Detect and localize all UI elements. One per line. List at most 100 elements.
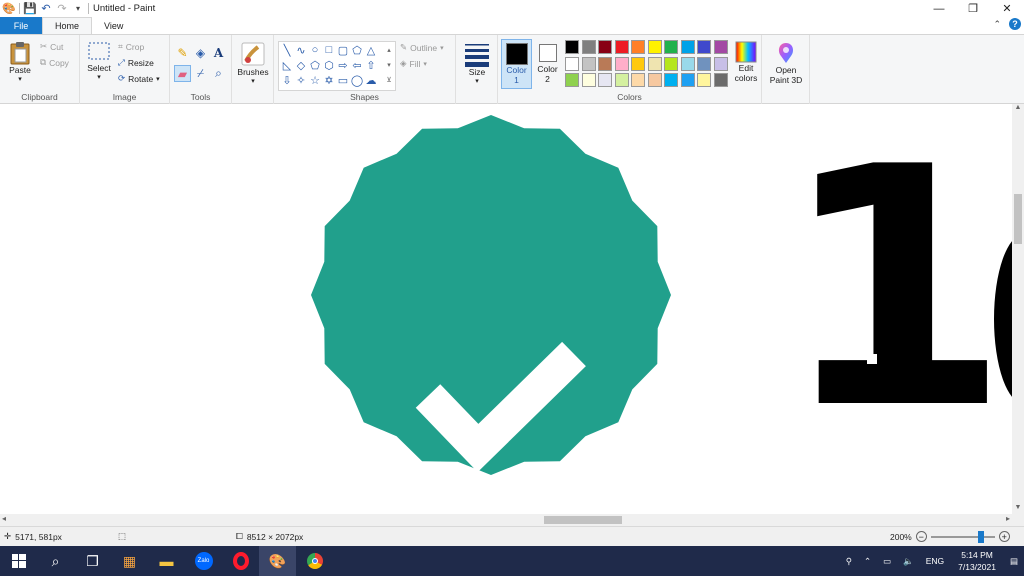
pentagon-shape-icon[interactable]: ⬠ xyxy=(308,58,322,72)
left-arrow-shape-icon[interactable]: ⇦ xyxy=(350,58,364,72)
palette-swatch[interactable] xyxy=(697,73,711,87)
search-icon[interactable]: ⌕ xyxy=(37,546,74,576)
select-button[interactable]: Select ▾ xyxy=(85,41,113,81)
close-button[interactable]: ✕ xyxy=(990,0,1024,17)
palette-swatch[interactable] xyxy=(598,40,612,54)
chrome-icon[interactable] xyxy=(296,546,333,576)
people-icon[interactable]: ⚲ xyxy=(840,556,858,567)
scroll-left-icon[interactable]: ◂ xyxy=(2,514,6,523)
palette-swatch[interactable] xyxy=(581,56,596,71)
rectangle-shape-icon[interactable]: □ xyxy=(322,43,336,57)
six-point-star-shape-icon[interactable]: ✡ xyxy=(322,73,336,87)
palette-swatch[interactable] xyxy=(631,73,645,87)
palette-swatch[interactable] xyxy=(631,56,645,71)
curve-shape-icon[interactable]: ∿ xyxy=(294,43,308,57)
cut-button[interactable]: ✂ Cut xyxy=(40,41,63,52)
undo-icon[interactable]: ↶ xyxy=(40,3,52,15)
callout-rect-shape-icon[interactable]: ▭ xyxy=(336,73,350,87)
palette-swatch[interactable] xyxy=(565,56,579,71)
show-hidden-icons[interactable]: ⌃ xyxy=(858,556,877,567)
size-button[interactable]: Size ▾ xyxy=(462,41,492,85)
zoom-slider[interactable] xyxy=(930,530,995,543)
pencil-icon[interactable]: ✎ xyxy=(174,44,191,61)
crop-button[interactable]: ⌗ Crop xyxy=(118,41,144,52)
open-paint3d-button[interactable]: Open Paint 3D xyxy=(766,41,806,85)
palette-swatch[interactable] xyxy=(631,40,645,54)
callout-oval-shape-icon[interactable]: ◯ xyxy=(350,73,364,87)
horizontal-scroll-thumb[interactable] xyxy=(544,516,622,524)
zalo-icon[interactable]: Zalo xyxy=(185,546,222,576)
shapes-more-icon[interactable]: ⊻ xyxy=(382,73,396,87)
brushes-button[interactable]: Brushes ▾ xyxy=(235,41,271,85)
help-icon[interactable]: ? xyxy=(1009,18,1021,30)
palette-swatch[interactable] xyxy=(565,40,579,54)
right-arrow-shape-icon[interactable]: ⇨ xyxy=(336,58,350,72)
tab-file[interactable]: File xyxy=(0,17,42,34)
restore-button[interactable]: ❐ xyxy=(956,0,990,17)
right-triangle-shape-icon[interactable]: ◺ xyxy=(280,58,294,72)
palette-swatch[interactable] xyxy=(598,73,612,87)
paint-app-icon[interactable]: 🎨 xyxy=(2,3,16,15)
app-store-icon[interactable]: ▦ xyxy=(111,546,148,576)
rounded-rectangle-shape-icon[interactable]: ▢ xyxy=(336,43,350,57)
zoom-out-button[interactable]: − xyxy=(915,531,927,542)
polygon-shape-icon[interactable]: ⬠ xyxy=(350,43,364,57)
zoom-slider-thumb[interactable] xyxy=(977,530,984,543)
fill-button[interactable]: ◈ Fill ▾ xyxy=(400,58,427,69)
palette-swatch[interactable] xyxy=(713,73,728,87)
resize-button[interactable]: ⤢ Resize xyxy=(118,57,154,68)
minimize-button[interactable]: — xyxy=(922,0,956,17)
notifications-icon[interactable]: ▤ xyxy=(1004,556,1024,567)
down-arrow-shape-icon[interactable]: ⇩ xyxy=(280,73,294,87)
windows-start-icon[interactable] xyxy=(0,546,37,576)
palette-swatch[interactable] xyxy=(664,73,678,87)
scroll-up-icon[interactable]: ▲ xyxy=(1012,104,1024,114)
palette-swatch[interactable] xyxy=(713,40,728,54)
color-picker-icon[interactable]: ⌿ xyxy=(192,65,209,82)
palette-swatch[interactable] xyxy=(614,56,629,71)
palette-swatch[interactable] xyxy=(565,73,579,87)
palette-swatch[interactable] xyxy=(647,56,662,71)
palette-swatch[interactable] xyxy=(598,56,612,71)
battery-icon[interactable]: ▭ xyxy=(877,556,897,567)
paint-taskbar-icon[interactable]: 🎨 xyxy=(259,546,296,576)
language-indicator[interactable]: ENG xyxy=(920,556,950,566)
save-icon[interactable]: 💾 xyxy=(23,3,37,15)
fill-bucket-icon[interactable]: ◈ xyxy=(192,44,209,61)
tab-home[interactable]: Home xyxy=(42,17,93,34)
zoom-in-button[interactable]: + xyxy=(998,531,1010,542)
magnifier-icon[interactable]: ⌕ xyxy=(210,65,227,82)
text-tool-icon[interactable]: A xyxy=(210,44,227,61)
tab-view[interactable]: View xyxy=(92,17,135,34)
customize-qat-icon[interactable]: ▾ xyxy=(72,3,84,15)
five-point-star-shape-icon[interactable]: ☆ xyxy=(308,73,322,87)
diamond-shape-icon[interactable]: ◇ xyxy=(294,58,308,72)
collapse-ribbon-icon[interactable]: ⌃ xyxy=(993,19,1001,30)
palette-swatch[interactable] xyxy=(697,56,711,71)
shapes-scroll-down-icon[interactable]: ▾ xyxy=(382,58,396,72)
color2-button[interactable]: Color 2 xyxy=(534,39,561,89)
palette-swatch[interactable] xyxy=(664,56,678,71)
outline-button[interactable]: ✎ Outline ▾ xyxy=(400,42,444,53)
rotate-button[interactable]: ⟳ Rotate ▾ xyxy=(118,73,160,84)
palette-swatch[interactable] xyxy=(680,73,695,87)
horizontal-scrollbar[interactable]: ◂ ▸ xyxy=(0,514,1024,526)
file-explorer-icon[interactable]: ▬ xyxy=(148,546,185,576)
paste-button[interactable]: Paste ▾ xyxy=(6,41,34,83)
vertical-scrollbar[interactable]: ▲ ▼ xyxy=(1012,104,1024,514)
line-shape-icon[interactable]: ╲ xyxy=(280,43,294,57)
oval-shape-icon[interactable]: ○ xyxy=(308,43,322,57)
edit-colors-button[interactable]: Edit colors xyxy=(731,41,761,83)
callout-cloud-shape-icon[interactable]: ☁ xyxy=(364,73,378,87)
palette-swatch[interactable] xyxy=(697,40,711,54)
vertical-scroll-thumb[interactable] xyxy=(1014,194,1022,244)
copy-button[interactable]: ⧉ Copy xyxy=(40,57,69,68)
scroll-down-icon[interactable]: ▼ xyxy=(1012,504,1024,514)
palette-swatch[interactable] xyxy=(647,40,662,54)
scroll-right-icon[interactable]: ▸ xyxy=(1006,514,1010,523)
palette-swatch[interactable] xyxy=(713,56,728,71)
drawing-canvas[interactable]: 1 xyxy=(0,104,1012,514)
palette-swatch[interactable] xyxy=(614,40,629,54)
palette-swatch[interactable] xyxy=(680,56,695,71)
clock[interactable]: 5:14 PM 7/13/2021 xyxy=(950,549,1004,573)
